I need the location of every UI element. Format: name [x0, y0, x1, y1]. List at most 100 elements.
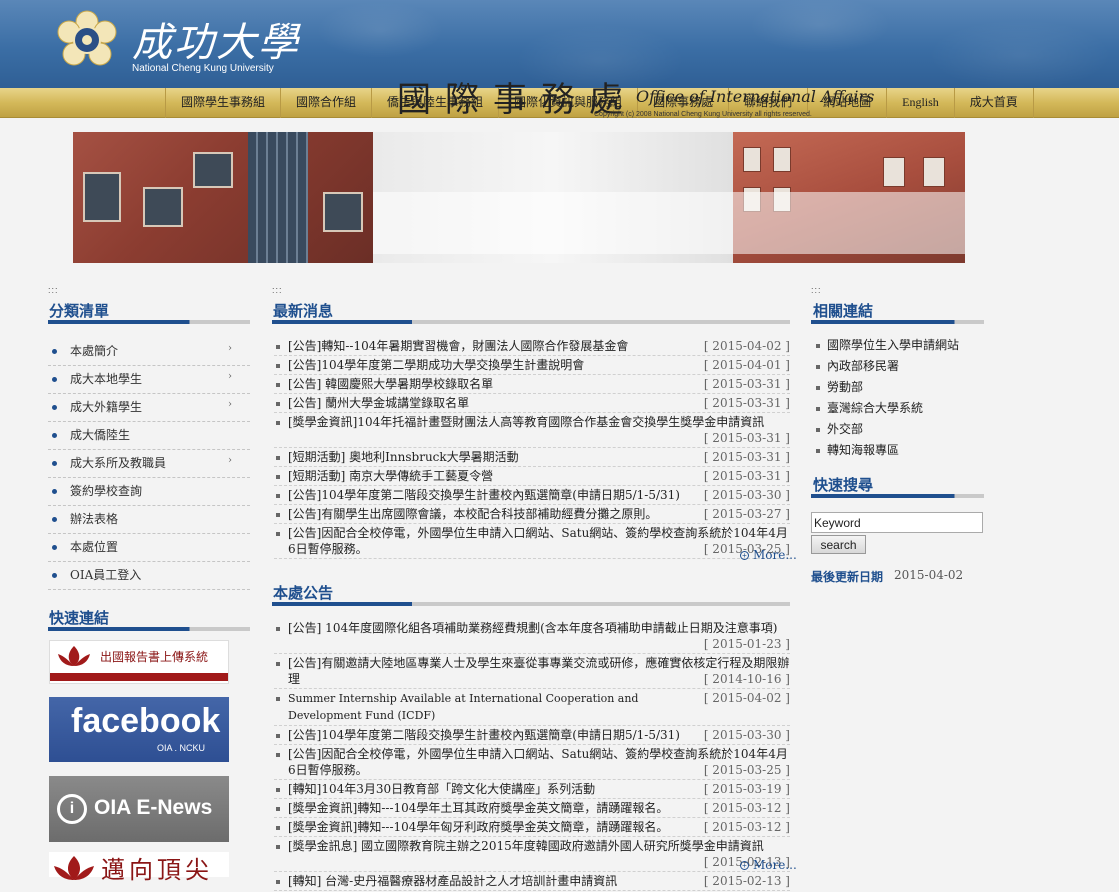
category-item-staff-login[interactable]: OIA員工登入: [48, 562, 250, 590]
announcement-item[interactable]: [ 2015-03-12 ] [獎學金資訊]轉知---104學年土耳其政府獎學金英…: [274, 800, 790, 818]
section-underline: [811, 494, 984, 498]
category-item-overseas-students[interactable]: 成大僑陸生: [48, 422, 250, 450]
announcement-text: [獎學金訊息] 國立國際教育院主辦之2015年度韓國政府邀請外國人研究所獎學金申…: [288, 839, 764, 853]
search-button[interactable]: search: [811, 535, 866, 554]
bullet-icon: [276, 456, 280, 460]
lotus-emblem-icon: [54, 856, 94, 880]
announcement-item[interactable]: [ 2015-03-12 ] [獎學金資訊]轉知---104學年匈牙利政府獎學金英…: [274, 819, 790, 837]
related-links-title: 相關連結: [813, 302, 874, 320]
news-item[interactable]: [ 2015-03-31 ] [短期活動] 奧地利Innsbruck大學暑期活動: [274, 449, 790, 467]
nav-item-international-student-affairs[interactable]: 國際學生事務組: [165, 88, 280, 118]
announcement-text: [轉知] 台灣-史丹福醫療器材產品設計之人才培訓計畫申請資訊: [288, 874, 618, 888]
university-name-cn[interactable]: 成功大學: [132, 10, 300, 68]
bullet-icon: [276, 421, 280, 425]
category-item-departments-faculty[interactable]: 成大系所及教職員 ›: [48, 450, 250, 478]
section-underline: [272, 320, 790, 324]
category-item-about[interactable]: 本處簡介 ›: [48, 338, 250, 366]
category-label: 簽約學校查詢: [70, 484, 143, 498]
announcement-text: [公告]104學年度第二階段交換學生計畫校內甄選簡章(申請日期5/1-5/31): [288, 728, 680, 742]
bullet-icon: [52, 461, 57, 466]
category-item-location[interactable]: 本處位置: [48, 534, 250, 562]
related-link-item[interactable]: 臺灣綜合大學系統: [813, 400, 988, 421]
news-text: [公告] 韓國慶熙大學暑期學校錄取名單: [288, 377, 494, 391]
bullet-icon: [276, 475, 280, 479]
university-name-en: National Cheng Kung University: [132, 63, 274, 74]
announcement-item[interactable]: [ 2015-03-30 ] [公告]104學年度第二階段交換學生計畫校內甄選簡章…: [274, 727, 790, 745]
news-item[interactable]: [ 2015-03-27 ] [公告]有關學生出席國際會議，本校配合科技部補助經費…: [274, 506, 790, 524]
facebook-sub-text: OIA . NCKU: [157, 743, 206, 753]
announcement-date: [ 2015-02-13 ]: [703, 855, 790, 869]
category-item-foreign-students[interactable]: 成大外籍學生 ›: [48, 394, 250, 422]
bullet-icon: [52, 489, 57, 494]
bullet-icon: [276, 345, 280, 349]
bullet-icon: [276, 697, 280, 701]
banner-window: [883, 157, 905, 187]
banner-window: [143, 187, 183, 227]
enews-link[interactable]: i OIA E-News: [49, 776, 229, 842]
report-upload-link[interactable]: 出國報告書上傳系統: [49, 640, 229, 684]
bullet-icon: [276, 788, 280, 792]
bullet-icon: [52, 573, 57, 578]
nav-item-ncku-home[interactable]: 成大首頁: [953, 88, 1034, 118]
announcement-item[interactable]: [獎學金訊息] 國立國際教育院主辦之2015年度韓國政府邀請外國人研究所獎學金申…: [274, 838, 790, 872]
nav-item-international-cooperation[interactable]: 國際合作組: [280, 88, 371, 118]
related-link-label: 國際學位生入學申請網站: [827, 338, 960, 352]
category-item-forms[interactable]: 辦法表格: [48, 506, 250, 534]
plus-circle-icon: +: [740, 551, 749, 560]
bullet-icon: [276, 826, 280, 830]
announcement-item[interactable]: [公告] 104年度國際化組各項補助業務經費規劃(含本年度各項補助申請截止日期及…: [274, 620, 790, 654]
category-item-partner-schools[interactable]: 簽約學校查詢: [48, 478, 250, 506]
news-item[interactable]: [獎學金資訊]104年托福計畫暨財團法人高等教育國際合作基金會交換學生獎學金申請…: [274, 414, 790, 448]
announcement-item[interactable]: [ 2015-03-19 ] [轉知]104年3月30日教育部「跨文化大使講座」系…: [274, 781, 790, 799]
university-emblem-icon[interactable]: [55, 8, 119, 72]
news-text: [公告]104學年度第二階段交換學生計畫校內甄選簡章(申請日期5/1-5/31): [288, 488, 680, 502]
bullet-icon: [276, 662, 280, 666]
related-link-item[interactable]: 外交部: [813, 421, 988, 442]
related-link-item[interactable]: 國際學位生入學申請網站: [813, 337, 988, 358]
announcement-item[interactable]: [公告]有關邀請大陸地區專業人士及學生來臺從事專業交流或研修，應確實依核定行程及…: [274, 655, 790, 689]
news-more-link[interactable]: + More...: [740, 548, 797, 562]
announcement-item[interactable]: [ 2015-04-02 ] Summer Internship Availabl…: [274, 690, 790, 726]
announcement-text: [轉知]104年3月30日教育部「跨文化大使講座」系列活動: [288, 782, 596, 796]
related-link-item[interactable]: 內政部移民署: [813, 358, 988, 379]
banner-title-band: [373, 192, 965, 254]
news-item[interactable]: [公告]因配合全校停電，外國學位生申請入口網站、Satu網站、簽約學校查詢系統於…: [274, 525, 790, 559]
news-date: [ 2015-04-02 ]: [703, 339, 790, 353]
search-input[interactable]: [811, 512, 983, 533]
facebook-link[interactable]: facebook OIA . NCKU: [49, 697, 229, 762]
news-list: [ 2015-04-02 ] [公告]轉知--104年暑期實習機會，財團法人國際合…: [274, 338, 790, 560]
last-updated-label: 最後更新日期: [811, 570, 884, 584]
news-text: [短期活動] 南京大學傳統手工藝夏令營: [288, 469, 494, 483]
banner-window: [743, 147, 761, 172]
news-item[interactable]: [ 2015-03-31 ] [公告] 韓國慶熙大學暑期學校錄取名單: [274, 376, 790, 394]
bullet-icon: [52, 349, 57, 354]
news-item[interactable]: [ 2015-03-31 ] [公告] 蘭州大學金城講堂錄取名單: [274, 395, 790, 413]
section-dots: :::: [811, 285, 822, 295]
news-date: [ 2015-04-01 ]: [703, 358, 790, 372]
bullet-icon: [276, 513, 280, 517]
news-item[interactable]: [ 2015-04-01 ] [公告]104學年度第二學期成功大學交換學生計畫說明…: [274, 357, 790, 375]
news-date: [ 2015-03-31 ]: [703, 450, 790, 464]
news-item[interactable]: [ 2015-04-02 ] [公告]轉知--104年暑期實習機會，財團法人國際合…: [274, 338, 790, 356]
bullet-icon: [276, 845, 280, 849]
related-link-item[interactable]: 勞動部: [813, 379, 988, 400]
announcement-item[interactable]: [ 2015-02-13 ] [轉知] 台灣-史丹福醫療器材產品設計之人才培訓計畫…: [274, 873, 790, 891]
section-underline: [272, 602, 790, 606]
announcement-date: [ 2015-02-13 ]: [703, 874, 790, 888]
category-title: 分類清單: [49, 302, 110, 320]
news-text: [公告] 蘭州大學金城講堂錄取名單: [288, 396, 470, 410]
category-label: 成大本地學生: [70, 372, 143, 386]
bullet-icon: [276, 627, 280, 631]
section-dots: :::: [272, 285, 283, 295]
news-item[interactable]: [ 2015-03-31 ] [短期活動] 南京大學傳統手工藝夏令營: [274, 468, 790, 486]
category-item-local-students[interactable]: 成大本地學生 ›: [48, 366, 250, 394]
announcements-more-link[interactable]: + More...: [740, 858, 797, 872]
news-item[interactable]: [ 2015-03-30 ] [公告]104學年度第二階段交換學生計畫校內甄選簡章…: [274, 487, 790, 505]
info-icon: i: [57, 794, 87, 824]
nav-item-english[interactable]: English: [886, 88, 954, 118]
top-university-link[interactable]: 邁向頂尖: [49, 852, 229, 884]
bullet-icon: [52, 517, 57, 522]
announcement-item[interactable]: [公告]因配合全校停電，外國學位生申請入口網站、Satu網站、簽約學校查詢系統於…: [274, 746, 790, 780]
related-link-item[interactable]: 轉知海報專區: [813, 442, 988, 463]
bullet-icon: [816, 365, 820, 369]
